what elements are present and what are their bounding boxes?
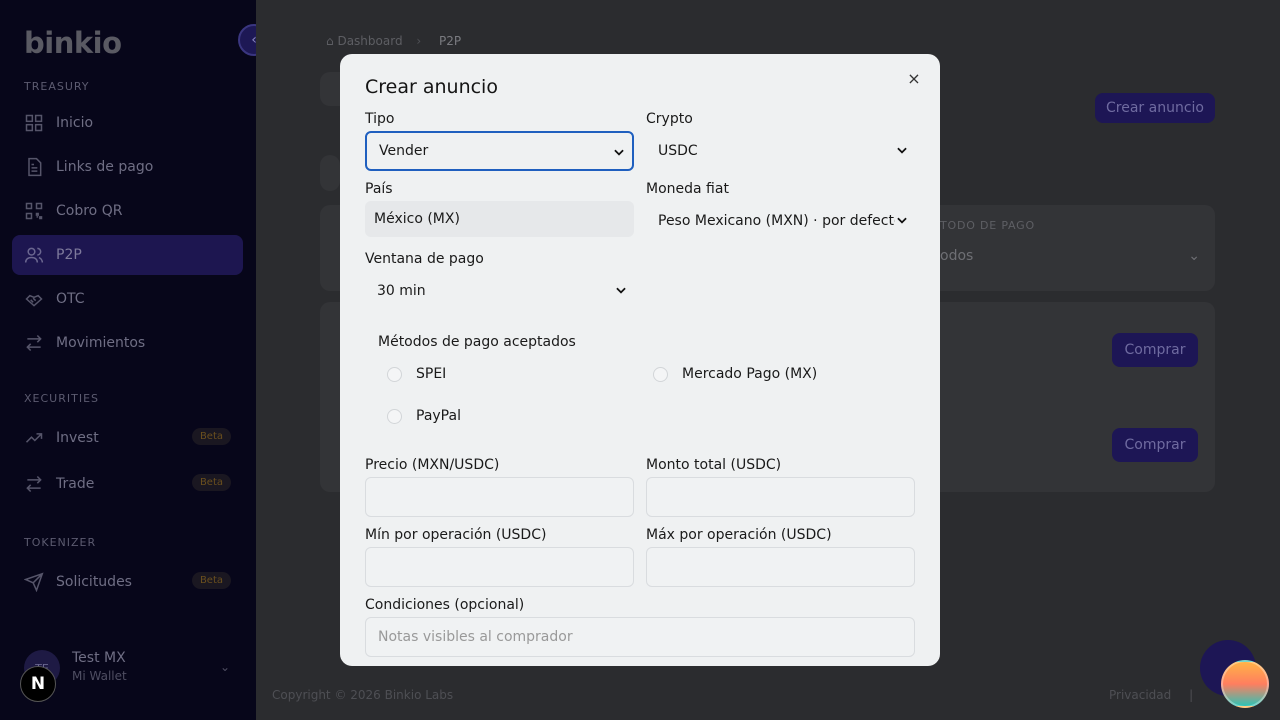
precio-label: Precio (MXN/USDC) xyxy=(365,457,500,473)
section-label-tokenizer: TOKENIZER xyxy=(24,536,97,549)
breadcrumb-current: P2P xyxy=(439,34,462,48)
footer-links: Privacidad | xyxy=(1109,688,1193,702)
option-label: Mercado Pago (MX) xyxy=(682,366,818,382)
sidebar-item-movimientos[interactable]: Movimientos xyxy=(12,323,243,363)
sidebar-item-label: Movimientos xyxy=(56,335,146,351)
condiciones-input[interactable] xyxy=(365,617,915,657)
breadcrumb-home[interactable]: Dashboard xyxy=(337,34,402,48)
tipo-value: Vender xyxy=(379,143,429,159)
payment-option-mercado-pago[interactable]: Mercado Pago (MX) xyxy=(653,366,817,382)
option-label: SPEI xyxy=(416,366,447,382)
footer-separator: | xyxy=(1189,688,1194,702)
payment-method-filter[interactable]: odos ⌄ xyxy=(940,248,1200,264)
create-ad-modal: Crear anuncio × Tipo Vender Crypto USDC … xyxy=(340,54,940,666)
chevron-down-icon xyxy=(895,213,909,227)
beta-badge: Beta xyxy=(191,572,231,589)
buy-button[interactable]: Comprar xyxy=(1112,428,1198,462)
chevron-down-icon xyxy=(616,287,626,294)
sidebar-item-label: Inicio xyxy=(56,115,94,131)
metodos-label: Métodos de pago aceptados xyxy=(378,334,576,350)
max-input[interactable] xyxy=(646,547,915,587)
filter-value: odos xyxy=(940,248,974,264)
option-label: PayPal xyxy=(416,408,461,424)
moneda-label: Moneda fiat xyxy=(646,181,729,197)
buy-button[interactable]: Comprar xyxy=(1112,333,1198,367)
section-label-treasury: TREASURY xyxy=(24,80,90,93)
sidebar-item-label: Cobro QR xyxy=(56,203,123,219)
sidebar-item-inicio[interactable]: Inicio xyxy=(12,103,243,143)
handshake-icon xyxy=(25,294,43,307)
grid-icon xyxy=(25,114,43,132)
ventana-value: 30 min xyxy=(377,283,426,299)
radio-button[interactable] xyxy=(653,366,668,382)
beach-icon[interactable] xyxy=(1221,660,1269,708)
qr-icon xyxy=(25,202,43,220)
moneda-value: Peso Mexicano (MXN) · por defecto xyxy=(658,213,903,229)
trend-icon xyxy=(25,433,43,443)
min-label: Mín por operación (USDC) xyxy=(365,527,547,543)
beta-badge: Beta xyxy=(191,474,231,491)
modal-title: Crear anuncio xyxy=(365,76,498,98)
crypto-label: Crypto xyxy=(646,111,693,127)
sidebar-item-solicitudes[interactable]: Solicitudes Beta xyxy=(12,562,243,602)
crypto-value: USDC xyxy=(658,143,698,159)
n-logo-icon[interactable]: N xyxy=(20,666,56,702)
pais-value: México (MX) xyxy=(374,211,460,227)
monto-label: Monto total (USDC) xyxy=(646,457,782,473)
sidebar-item-links-de-pago[interactable]: Links de pago xyxy=(12,147,243,187)
user-name: Test MX xyxy=(72,650,126,666)
breadcrumb: ⌂ Dashboard › P2P xyxy=(326,34,461,48)
radio-button[interactable] xyxy=(387,366,402,382)
chevron-down-icon xyxy=(614,149,624,156)
payment-option-paypal[interactable]: PayPal xyxy=(387,408,461,424)
payment-method-filter-label: TODO DE PAGO xyxy=(940,219,1035,232)
sidebar-item-invest[interactable]: Invest Beta xyxy=(12,418,243,458)
sidebar-item-trade[interactable]: Trade Beta xyxy=(12,464,243,504)
max-label: Máx por operación (USDC) xyxy=(646,527,832,543)
tipo-label: Tipo xyxy=(365,111,395,127)
footer-copyright: Copyright © 2026 Binkio Labs xyxy=(272,688,454,702)
beta-badge: Beta xyxy=(191,428,231,445)
user-subtitle: Mi Wallet xyxy=(72,669,127,683)
swap-icon xyxy=(26,475,42,493)
users-icon xyxy=(24,247,44,263)
precio-input[interactable] xyxy=(365,477,634,517)
sidebar-item-p2p[interactable]: P2P xyxy=(12,235,243,275)
crypto-select[interactable]: USDC xyxy=(646,131,915,171)
payment-option-spei[interactable]: SPEI xyxy=(387,366,446,382)
chevron-down-icon: ⌄ xyxy=(219,660,230,674)
pais-field: México (MX) xyxy=(365,201,634,237)
sidebar-item-cobro-qr[interactable]: Cobro QR xyxy=(12,191,243,231)
sidebar-item-label: Solicitudes xyxy=(56,574,132,590)
sidebar-item-label: OTC xyxy=(56,291,85,307)
brand-logo: binkio xyxy=(24,26,122,60)
chevron-down-icon xyxy=(897,147,907,154)
chevron-down-icon: ⌄ xyxy=(1188,248,1200,264)
condiciones-label: Condiciones (opcional) xyxy=(365,597,525,613)
tipo-select[interactable]: Vender xyxy=(365,131,634,171)
moneda-select[interactable]: Peso Mexicano (MXN) · por defecto xyxy=(646,201,915,241)
sidebar-item-otc[interactable]: OTC xyxy=(12,279,243,319)
pais-label: País xyxy=(365,181,393,197)
sidebar-item-label: Trade xyxy=(56,476,95,492)
home-icon: ⌂ xyxy=(326,34,334,48)
section-label-securities: XECURITIES xyxy=(24,392,100,405)
swap-icon xyxy=(26,334,42,352)
ventana-select[interactable]: 30 min xyxy=(365,271,634,311)
sidebar-item-label: Links de pago xyxy=(56,159,154,175)
monto-input[interactable] xyxy=(646,477,915,517)
document-icon xyxy=(28,157,42,177)
send-icon xyxy=(24,572,44,592)
create-ad-button[interactable]: Crear anuncio xyxy=(1095,93,1215,123)
privacy-link[interactable]: Privacidad xyxy=(1109,688,1171,702)
tabs-card xyxy=(320,155,340,191)
radio-button[interactable] xyxy=(387,408,402,424)
close-icon[interactable]: × xyxy=(906,71,922,87)
ventana-label: Ventana de pago xyxy=(365,251,484,267)
chevron-right-icon: › xyxy=(416,34,422,48)
min-input[interactable] xyxy=(365,547,634,587)
sidebar-item-label: Invest xyxy=(56,430,99,446)
sidebar: binkio TREASURY Inicio Links de pago Cob… xyxy=(0,0,256,720)
sidebar-item-label: P2P xyxy=(56,247,82,263)
